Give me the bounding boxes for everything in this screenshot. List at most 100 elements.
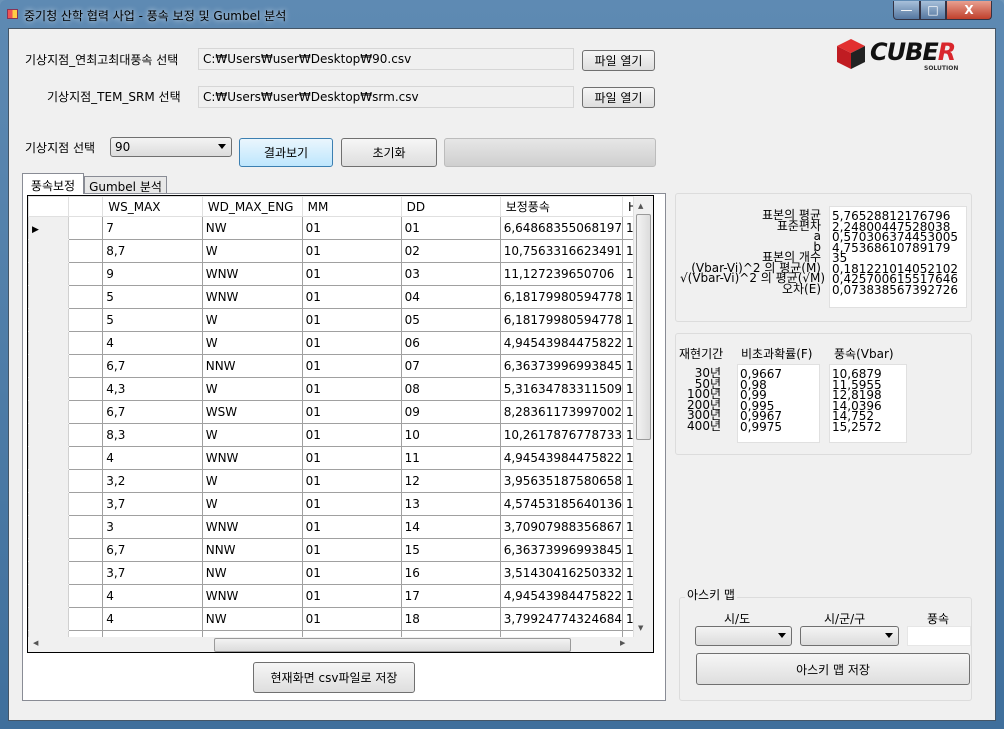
table-cell[interactable]: 8,7 [102, 239, 203, 263]
table-cell[interactable]: 01 [301, 377, 402, 401]
table-cell[interactable] [67, 492, 104, 516]
table-cell[interactable]: 12 [400, 469, 501, 493]
table-cell[interactable]: W [201, 331, 303, 355]
table-cell[interactable]: 4,57453185640136 [499, 492, 624, 516]
table-cell[interactable] [67, 515, 104, 539]
table-cell[interactable]: 01 [301, 331, 402, 355]
table-cell[interactable]: NW [201, 607, 303, 631]
table-cell[interactable]: 4 [102, 607, 203, 631]
table-cell[interactable]: 4 [102, 446, 203, 470]
table-cell[interactable]: 08 [400, 377, 501, 401]
table-cell[interactable]: 3,70907988356867 [499, 515, 624, 539]
table-cell[interactable]: 01 [301, 285, 402, 309]
table-cell[interactable] [67, 331, 104, 355]
table-cell[interactable]: WNW [201, 446, 303, 470]
table-cell[interactable]: 10 [400, 423, 501, 447]
table-cell[interactable]: 13 [400, 492, 501, 516]
vertical-scrollbar[interactable]: ▲ ▼ [633, 196, 653, 637]
table-cell[interactable]: W [201, 423, 303, 447]
table-cell[interactable] [67, 584, 104, 608]
table-row[interactable]: 3,2W01123,9563518758065810 [28, 469, 653, 493]
table-cell[interactable]: 3,79924774324684 [499, 607, 624, 631]
table-row[interactable]: 3WNW01143,7090798835686710 [28, 515, 653, 539]
table-cell[interactable] [67, 446, 104, 470]
save-ascii-map-button[interactable]: 아스키 맵 저장 [696, 653, 970, 685]
table-cell[interactable]: 05 [400, 308, 501, 332]
table-cell[interactable]: 01 [301, 239, 402, 263]
table-cell[interactable]: 02 [400, 239, 501, 263]
file2-path-field[interactable]: C:₩Users₩user₩Desktop₩srm.csv [198, 86, 574, 108]
table-cell[interactable]: NNW [201, 538, 303, 562]
table-row[interactable]: 6,7WSW01098,2836117399700210 [28, 400, 653, 424]
table-cell[interactable]: 3,7 [102, 561, 203, 585]
table-cell[interactable]: NW [201, 216, 303, 240]
row-header[interactable] [28, 492, 69, 516]
table-cell[interactable] [67, 216, 104, 240]
tab-gumbel-analysis[interactable]: Gumbel 분석 [84, 176, 167, 194]
table-cell[interactable]: 15 [400, 538, 501, 562]
table-cell[interactable]: 01 [301, 308, 402, 332]
close-button[interactable]: X [946, 1, 992, 20]
table-cell[interactable]: 4,3 [102, 377, 203, 401]
table-row[interactable]: 5WNW01046,1817998059477810 [28, 285, 653, 309]
minimize-button[interactable]: — [893, 1, 920, 20]
probabilities-box[interactable]: 0,9667 0,98 0,99 0,995 0,9967 0,9975 [737, 364, 820, 443]
row-header[interactable] [28, 607, 69, 631]
table-cell[interactable]: 01 [301, 607, 402, 631]
table-row[interactable]: 4NW01183,7992477432468410 [28, 607, 653, 631]
column-header[interactable]: 보정풍속 [499, 196, 624, 217]
stats-values-box[interactable]: 5,76528812176796 2,24800447528038 0,5703… [829, 206, 967, 308]
table-cell[interactable]: 6,7 [102, 400, 203, 424]
table-cell[interactable] [67, 308, 104, 332]
table-cell[interactable] [67, 607, 104, 631]
table-cell[interactable]: 6,36373996993845 [499, 354, 624, 378]
table-cell[interactable]: W [201, 492, 303, 516]
table-row[interactable]: 4,3W01085,3163478331150910 [28, 377, 653, 401]
table-cell[interactable]: 01 [301, 469, 402, 493]
table-cell[interactable]: WNW [201, 515, 303, 539]
vertical-scroll-thumb[interactable] [636, 214, 651, 440]
table-cell[interactable]: WSW [201, 400, 303, 424]
scroll-right-icon[interactable]: ▶ [620, 639, 625, 647]
table-cell[interactable] [67, 400, 104, 424]
table-cell[interactable]: 01 [301, 538, 402, 562]
row-header[interactable]: ▶ [28, 216, 69, 240]
table-cell[interactable]: 10,2617876778733 [499, 423, 624, 447]
maximize-button[interactable]: □ [920, 1, 946, 20]
save-csv-button[interactable]: 현재화면 csv파일로 저장 [253, 662, 415, 693]
table-cell[interactable]: 3,51430416250332 [499, 561, 624, 585]
table-cell[interactable]: 01 [301, 423, 402, 447]
table-cell[interactable]: W [201, 308, 303, 332]
table-cell[interactable]: 5 [102, 285, 203, 309]
table-cell[interactable]: WNW [201, 262, 303, 286]
row-header[interactable] [28, 262, 69, 286]
scroll-down-icon[interactable]: ▼ [638, 624, 643, 632]
open-file2-button[interactable]: 파일 열기 [582, 87, 655, 108]
table-cell[interactable]: 07 [400, 354, 501, 378]
table-row[interactable]: 4W01064,9454398447582210 [28, 331, 653, 355]
column-header[interactable]: DD [400, 196, 501, 217]
table-cell[interactable]: 6,18179980594778 [499, 285, 624, 309]
table-cell[interactable] [67, 469, 104, 493]
row-header[interactable] [28, 515, 69, 539]
row-header[interactable] [28, 354, 69, 378]
row-header[interactable] [28, 377, 69, 401]
table-cell[interactable]: 6,18179980594778 [499, 308, 624, 332]
table-cell[interactable] [67, 377, 104, 401]
table-cell[interactable]: 9 [102, 262, 203, 286]
table-cell[interactable]: 14 [400, 515, 501, 539]
table-cell[interactable]: 01 [301, 584, 402, 608]
scroll-left-icon[interactable]: ◀ [33, 639, 38, 647]
table-cell[interactable]: 6,64868355068197 [499, 216, 624, 240]
table-cell[interactable]: 3,2 [102, 469, 203, 493]
table-cell[interactable]: 6,36373996993845 [499, 538, 624, 562]
row-header[interactable] [28, 239, 69, 263]
row-header[interactable] [28, 469, 69, 493]
table-cell[interactable]: 4 [102, 331, 203, 355]
table-cell[interactable] [67, 354, 104, 378]
table-cell[interactable]: 8,3 [102, 423, 203, 447]
table-cell[interactable]: 4,94543984475822 [499, 331, 624, 355]
table-row[interactable]: 8,3W011010,261787677873310 [28, 423, 653, 447]
speeds-box[interactable]: 10,6879 11,5955 12,8198 14,0396 14,752 1… [829, 364, 907, 443]
table-row[interactable]: 5W01056,1817998059477810 [28, 308, 653, 332]
